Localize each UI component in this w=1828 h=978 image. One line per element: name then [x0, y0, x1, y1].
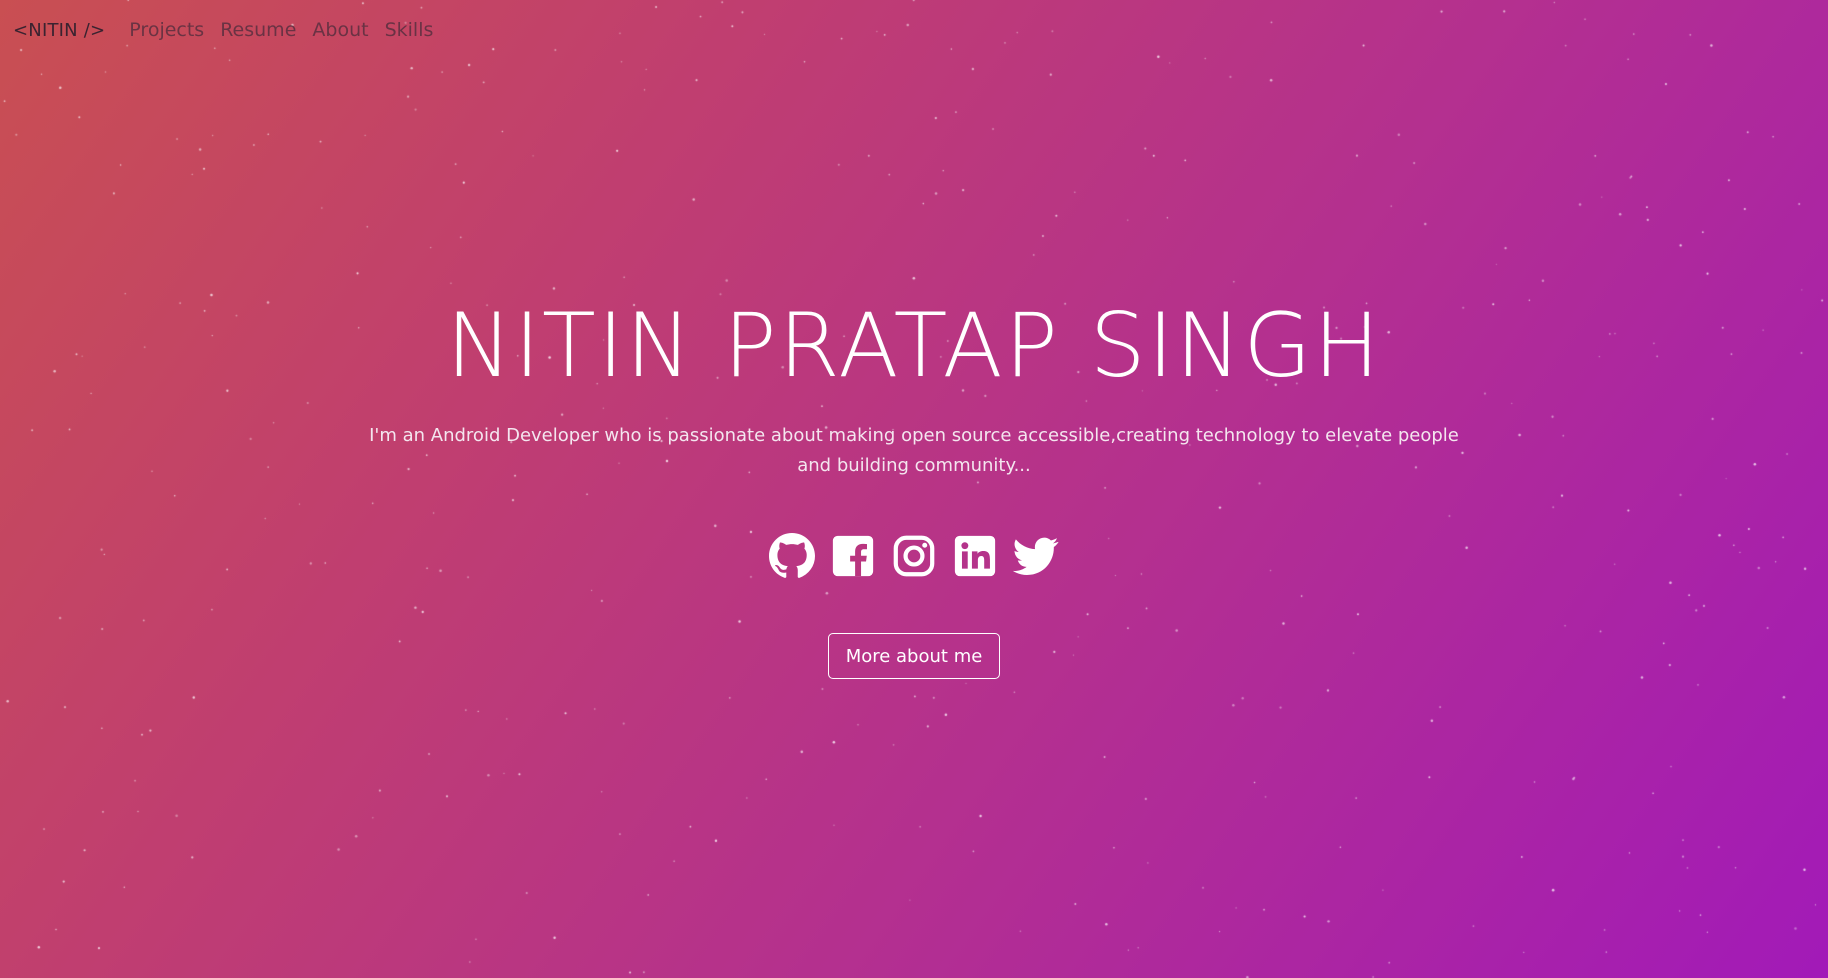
- github-link[interactable]: [768, 532, 816, 580]
- linkedin-link[interactable]: [951, 532, 999, 580]
- hero-subtitle: I'm an Android Developer who is passiona…: [369, 425, 1459, 476]
- linkedin-icon: [954, 535, 996, 577]
- instagram-link[interactable]: [890, 532, 938, 580]
- twitter-link[interactable]: [1012, 532, 1060, 580]
- hero-title: NITIN PRATAP SINGH: [446, 294, 1382, 397]
- social-links: [0, 532, 1828, 580]
- hero-section: NITIN PRATAP SINGH I'm an Android Develo…: [0, 0, 1828, 978]
- facebook-icon: [832, 535, 874, 577]
- instagram-icon: [893, 535, 935, 577]
- facebook-link[interactable]: [829, 532, 877, 580]
- more-about-me-button[interactable]: More about me: [828, 633, 1000, 679]
- github-icon: [769, 533, 815, 578]
- twitter-icon: [1013, 537, 1059, 575]
